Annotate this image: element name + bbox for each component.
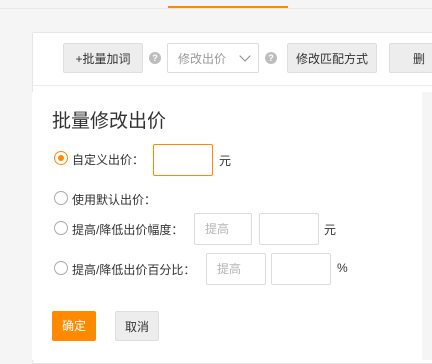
modify-price-select-value: 修改出价: [178, 52, 227, 66]
custom-price-label: 自定义出价：: [72, 153, 145, 167]
adjust-percent-direction-select[interactable]: [206, 253, 266, 285]
custom-price-input[interactable]: [153, 144, 213, 176]
adjust-amount-input[interactable]: [259, 213, 319, 245]
delete-button-partial[interactable]: 删: [389, 43, 432, 73]
help-icon[interactable]: ?: [265, 52, 277, 64]
dialog-title: 批量修改出价: [52, 111, 167, 132]
batch-add-keywords-button[interactable]: +批量加词: [63, 43, 143, 73]
tab-bar-divider: [0, 8, 432, 9]
adjust-amount-unit: 元: [324, 223, 337, 237]
adjust-percent-label: 提高/降低出价百分比：: [72, 263, 196, 277]
toolbar: +批量加词 ? 修改出价 ? 修改匹配方式 删: [33, 33, 432, 86]
default-price-label: 使用默认出价：: [72, 193, 157, 207]
confirm-button[interactable]: 确定: [52, 311, 96, 341]
help-icon[interactable]: ?: [149, 52, 161, 64]
modify-match-type-button[interactable]: 修改匹配方式: [287, 43, 377, 73]
batch-modify-price-dialog: 批量修改出价 自定义出价： 元 使用默认出价： 提高/降低出价幅度： 元 提高/…: [32, 92, 432, 360]
adjust-percent-radio[interactable]: [54, 261, 68, 275]
adjust-percent-unit: %: [337, 261, 348, 275]
dialog-right-gutter: [422, 92, 432, 360]
adjust-amount-direction-select[interactable]: [194, 213, 252, 245]
custom-price-radio[interactable]: [54, 151, 68, 165]
custom-price-unit: 元: [219, 154, 232, 168]
cancel-button[interactable]: 取消: [115, 311, 159, 341]
default-price-radio[interactable]: [54, 191, 68, 205]
adjust-amount-label: 提高/降低出价幅度：: [72, 223, 184, 237]
chevron-down-icon: [239, 50, 251, 62]
modify-price-select[interactable]: 修改出价: [167, 43, 259, 73]
adjust-percent-input[interactable]: [271, 253, 331, 285]
adjust-amount-radio[interactable]: [54, 221, 68, 235]
